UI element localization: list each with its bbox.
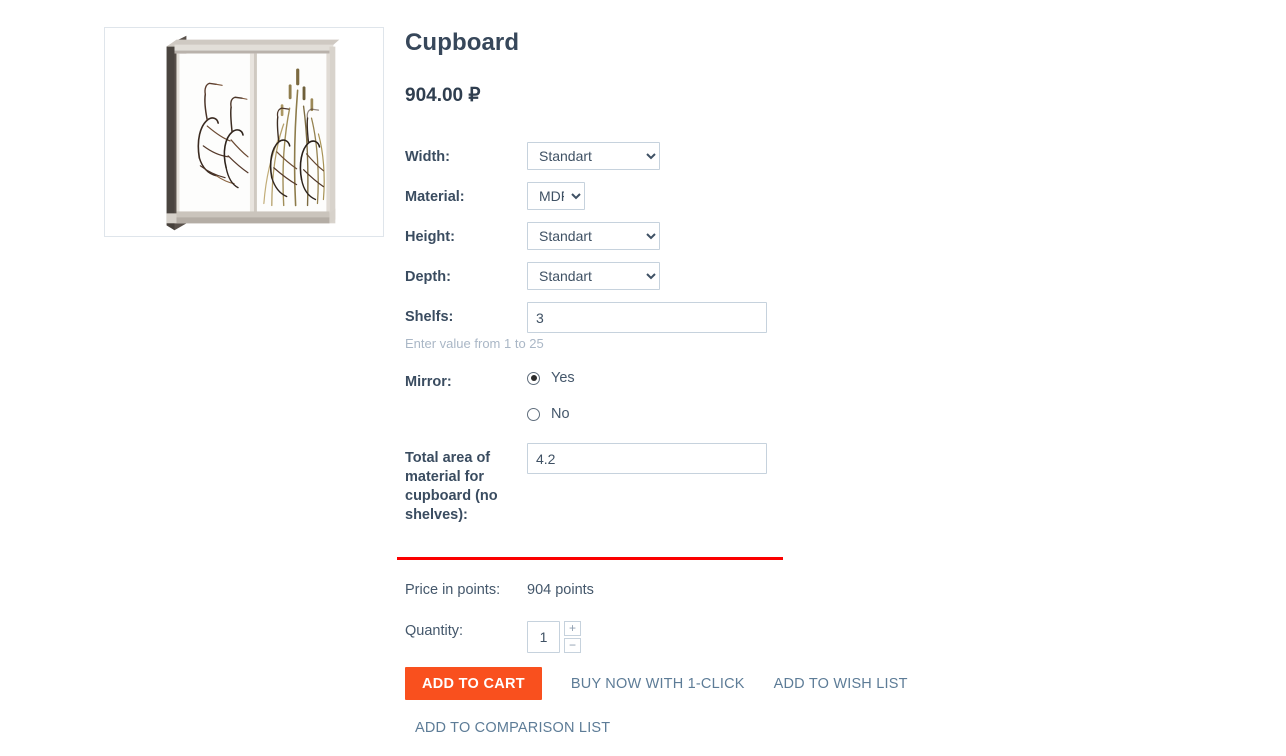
purchase-block: Price in points: 904 points Quantity: + … — [405, 578, 905, 653]
mirror-radio-no[interactable]: No — [527, 403, 767, 425]
page-title: Cupboard — [405, 29, 520, 56]
radio-unselected-icon — [527, 407, 540, 421]
option-row-width: Width: Standart — [405, 142, 767, 182]
product-image — [105, 28, 383, 236]
option-label-mirror: Mirror: — [405, 374, 452, 390]
quantity-label: Quantity: — [405, 623, 464, 639]
mirror-option-label-yes: Yes — [551, 370, 575, 386]
price-in-points-label: Price in points: — [405, 582, 501, 598]
depth-select[interactable]: Standart — [527, 262, 660, 290]
height-select[interactable]: Standart — [527, 222, 660, 250]
option-label-height: Height: — [405, 229, 455, 245]
mirror-radio-yes[interactable]: Yes — [527, 367, 767, 389]
width-select[interactable]: Standart — [527, 142, 660, 170]
option-row-shelfs: Shelfs: — [405, 302, 767, 335]
quantity-decrease-button[interactable]: − — [564, 638, 581, 653]
option-label-shelfs: Shelfs: — [405, 309, 454, 325]
price-in-points-value: 904 points — [527, 582, 594, 598]
option-label-material: Material: — [405, 189, 465, 205]
quantity-increase-button[interactable]: + — [564, 621, 581, 636]
product-details: Cupboard 904.00 ₽ Width: Standart Materi… — [405, 26, 1265, 525]
option-row-height: Height: Standart — [405, 222, 767, 262]
material-select[interactable]: MDF — [527, 182, 585, 210]
option-label-depth: Depth: — [405, 269, 451, 285]
product-image-container[interactable] — [104, 27, 384, 237]
product-actions: ADD TO CART BUY NOW WITH 1-CLICK ADD TO … — [405, 667, 1265, 737]
option-label-width: Width: — [405, 149, 450, 165]
section-divider — [397, 557, 783, 560]
option-row-total-area: Total area of material for cupboard (no … — [405, 443, 767, 525]
product-options-table: Width: Standart Material: MDF Height: St… — [405, 142, 767, 525]
product-price: 904.00 ₽ — [405, 85, 481, 106]
shelfs-input[interactable] — [527, 302, 767, 333]
option-label-total-area: Total area of material for cupboard (no … — [405, 450, 498, 523]
buy-now-1-click-button[interactable]: BUY NOW WITH 1-CLICK — [571, 676, 745, 692]
price-in-points-row: Price in points: 904 points — [405, 578, 594, 600]
mirror-option-label-no: No — [551, 406, 570, 422]
add-to-comparison-list-button[interactable]: ADD TO COMPARISON LIST — [415, 720, 610, 736]
add-to-cart-button[interactable]: ADD TO CART — [405, 667, 542, 700]
add-to-wish-list-button[interactable]: ADD TO WISH LIST — [774, 676, 908, 692]
product-detail-page: Cupboard 904.00 ₽ Width: Standart Materi… — [0, 0, 1286, 756]
shelfs-hint: Enter value from 1 to 25 — [405, 336, 544, 351]
radio-selected-icon — [527, 371, 540, 385]
quantity-stepper: + − — [527, 621, 594, 653]
quantity-input[interactable] — [527, 621, 560, 653]
quantity-row: Quantity: + − — [405, 600, 594, 653]
option-row-shelfs-hint: Enter value from 1 to 25 — [405, 335, 767, 367]
total-area-input[interactable] — [527, 443, 767, 474]
option-row-material: Material: MDF — [405, 182, 767, 222]
option-row-depth: Depth: Standart — [405, 262, 767, 302]
option-row-mirror: Mirror: Yes No — [405, 367, 767, 443]
